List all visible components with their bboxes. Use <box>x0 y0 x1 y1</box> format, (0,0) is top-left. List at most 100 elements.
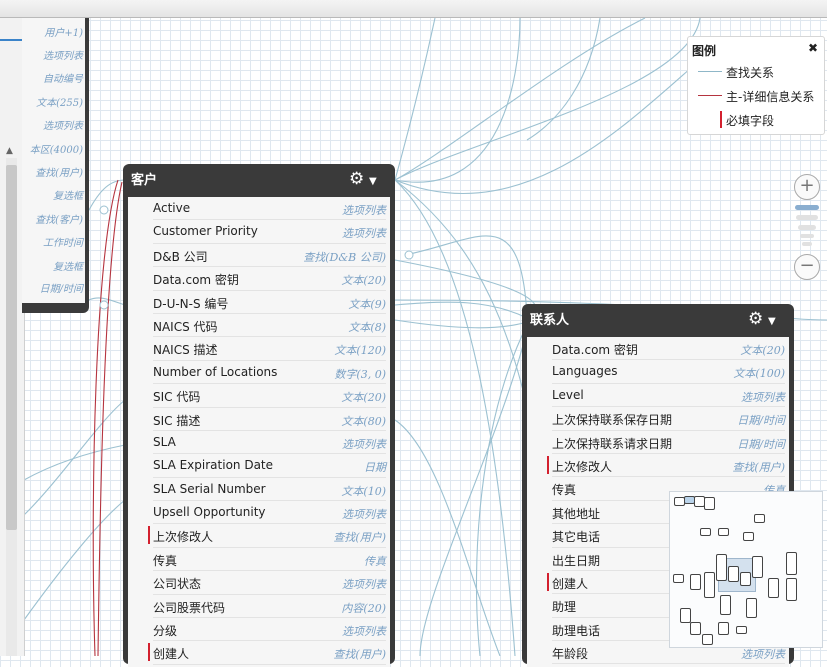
field-name: 创建人 <box>153 647 190 662</box>
scroll-up-arrow-icon[interactable]: ▲ <box>6 146 13 156</box>
field-row[interactable]: 分级 选项列表 <box>153 618 386 642</box>
field-type: 选项列表 <box>741 648 785 662</box>
field-row[interactable]: D-U-N-S 编号 文本(9) <box>153 291 386 314</box>
field-row[interactable]: 上次保持联系保存日期 日期/时间 <box>552 407 785 431</box>
required-indicator <box>547 572 549 591</box>
field-row[interactable]: Languages 文本(100) <box>552 360 785 384</box>
minimap-object <box>743 532 754 541</box>
field-type: 日期/时间 <box>737 414 785 428</box>
field-name: D-U-N-S 编号 <box>153 296 229 311</box>
partial-object-card[interactable]: 用户+1) 选项列表 自动编号 文本(255) 选项列表 本区(4000) 查找… <box>22 18 89 313</box>
zoom-level-4[interactable] <box>800 234 814 238</box>
field-type: 日期/时间 <box>737 437 785 451</box>
zoom-in-button[interactable]: + <box>794 174 820 200</box>
legend-item-master-detail: 主-详细信息关系 <box>698 87 822 105</box>
master-detail-line-swatch <box>698 95 722 96</box>
field-row[interactable]: Data.com 密钥 文本(20) <box>552 337 785 361</box>
field-name: 其他地址 <box>552 506 601 521</box>
field-type: 选项列表 <box>342 227 386 241</box>
zoom-level-3[interactable] <box>798 225 816 230</box>
object-card-account[interactable]: 客户 ⚙ ▼ Active 选项列表 Customer Priority 选项列表 D&… <box>123 164 395 667</box>
field-row[interactable]: 创建人 查找(用户) <box>148 641 386 665</box>
legend-title: 图例 <box>692 44 717 58</box>
minimap-object <box>690 622 701 635</box>
field-type: 选项列表 <box>43 121 83 132</box>
field-type: 文本(20) <box>341 274 386 288</box>
chevron-down-icon[interactable]: ▼ <box>369 172 377 192</box>
field-type: 文本(80) <box>341 414 386 428</box>
minimap[interactable] <box>669 491 823 648</box>
field-row[interactable]: SLA Expiration Date 日期 <box>153 454 386 478</box>
required-indicator <box>148 526 150 545</box>
field-row[interactable]: SIC 描述 文本(80) <box>153 408 386 431</box>
field-row[interactable]: 上次修改人 查找(用户) <box>148 524 386 548</box>
zoom-level-1[interactable] <box>795 205 819 210</box>
left-tab-indicator <box>0 39 22 41</box>
minimap-object <box>718 528 729 536</box>
minimap-object <box>720 595 731 615</box>
field-row[interactable]: 上次修改人 查找(用户) <box>547 454 785 478</box>
field-type: 查找(D&B 公司) <box>303 250 386 264</box>
lookup-line-swatch <box>698 71 722 72</box>
field-name: 上次修改人 <box>552 459 613 474</box>
field-name: 助理电话 <box>552 623 601 638</box>
minimap-object <box>728 566 739 582</box>
field-row[interactable]: Level 选项列表 <box>552 384 785 408</box>
left-scrollbar-thumb[interactable] <box>6 165 17 530</box>
field-row[interactable]: 公司股票代码 内容(20) <box>153 595 386 619</box>
field-type: 文本(255) <box>36 98 83 109</box>
legend-item-required: 必填字段 <box>698 111 822 129</box>
minimap-object <box>690 574 701 590</box>
field-type: 内容(20) <box>341 601 386 615</box>
field-name: SLA <box>153 434 176 449</box>
zoom-level-2[interactable] <box>796 215 818 220</box>
close-icon[interactable]: ✖ <box>808 41 818 55</box>
field-row[interactable]: SLA Serial Number 文本(10) <box>153 478 386 502</box>
field-row[interactable]: 传真 传真 <box>153 548 386 572</box>
minimap-object <box>704 497 715 510</box>
zoom-out-button[interactable]: − <box>794 254 820 280</box>
field-row[interactable]: D&B 公司 查找(D&B 公司) <box>153 244 386 268</box>
field-type: 文本(20) <box>740 344 785 357</box>
field-row[interactable]: Upsell Opportunity 选项列表 <box>153 501 386 525</box>
field-row[interactable]: SIC 代码 文本(20) <box>153 384 386 408</box>
legend-label: 主-详细信息关系 <box>726 90 815 104</box>
field-name: 传真 <box>153 553 178 568</box>
minimap-object <box>752 556 763 578</box>
zoom-level-5[interactable] <box>802 242 812 246</box>
field-type: 选项列表 <box>342 578 386 592</box>
field-type: 工作时间 <box>43 238 83 249</box>
minimap-object <box>786 552 797 575</box>
field-name: 分级 <box>153 624 178 639</box>
object-header: 客户 ⚙ ▼ <box>123 164 395 194</box>
field-row[interactable]: Customer Priority 选项列表 <box>153 220 386 244</box>
field-type: 文本(10) <box>341 484 386 498</box>
required-indicator <box>547 455 549 474</box>
field-row[interactable]: Active 选项列表 <box>153 197 386 221</box>
object-title: 联系人 <box>530 313 570 328</box>
minimap-object <box>786 578 797 601</box>
gear-icon[interactable]: ⚙ <box>349 169 364 189</box>
field-row[interactable]: 上次保持联系请求日期 日期/时间 <box>552 431 785 454</box>
field-row[interactable]: Number of Locations 数字(3, 0) <box>153 361 386 385</box>
minimap-object <box>718 622 729 635</box>
field-name: 传真 <box>552 483 577 498</box>
field-name: SLA Serial Number <box>153 481 266 496</box>
field-row[interactable]: 公司状态 选项列表 <box>153 571 386 595</box>
legend-label: 查找关系 <box>726 66 775 80</box>
legend-panel: 图例 ✖ 查找关系 主-详细信息关系 必填字段 <box>687 36 825 135</box>
field-row[interactable]: Data.com 密钥 文本(20) <box>153 267 386 291</box>
minimap-object <box>740 572 751 586</box>
field-row[interactable]: NAICS 描述 文本(120) <box>153 337 386 361</box>
field-type: 日期/时间 <box>39 284 83 295</box>
field-row[interactable]: NAICS 代码 文本(8) <box>153 314 386 338</box>
field-row[interactable]: SLA 选项列表 <box>153 431 386 455</box>
field-type: 文本(100) <box>733 367 785 381</box>
field-name: Number of Locations <box>153 364 278 379</box>
chevron-down-icon[interactable]: ▼ <box>768 312 776 332</box>
field-type: 自动编号 <box>43 74 83 85</box>
field-name: NAICS 描述 <box>153 343 218 358</box>
field-name: D&B 公司 <box>153 249 208 264</box>
field-type: 选项列表 <box>342 437 386 451</box>
gear-icon[interactable]: ⚙ <box>748 309 763 329</box>
